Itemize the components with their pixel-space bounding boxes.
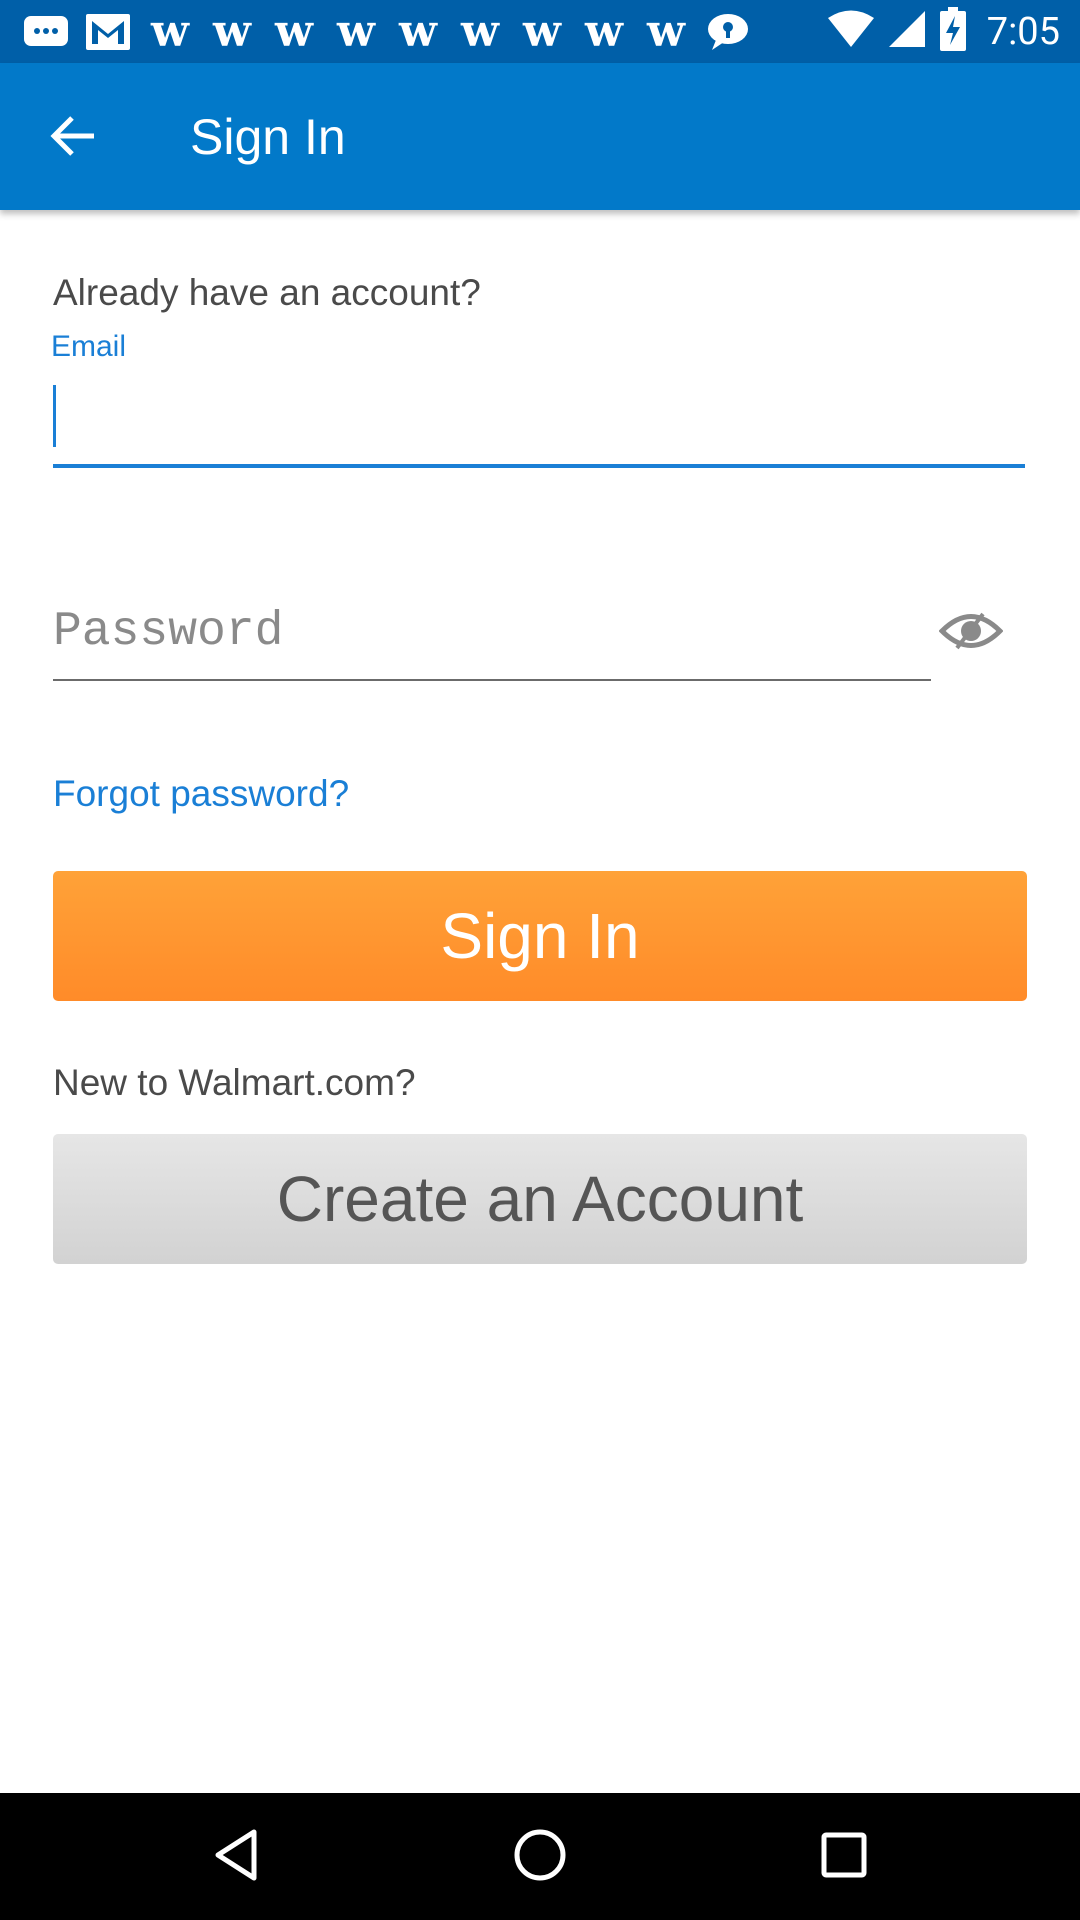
nav-back-button[interactable]: [200, 1821, 272, 1893]
chat-bubble-icon: [22, 8, 70, 56]
forgot-password-link[interactable]: Forgot password?: [53, 773, 349, 815]
create-account-button[interactable]: Create an Account: [53, 1134, 1027, 1264]
home-circle-icon: [513, 1828, 567, 1887]
walmart-w-icon: w: [151, 5, 189, 57]
walmart-w-icon: w: [585, 5, 623, 57]
walmart-w-icon: w: [213, 5, 251, 57]
arrow-back-icon: [50, 114, 98, 163]
text-cursor: [53, 385, 56, 447]
notification-area: w w w w w w w w w: [22, 0, 752, 63]
app-bar: Sign In: [0, 63, 1080, 210]
back-button[interactable]: [36, 100, 112, 176]
cell-signal-icon: [887, 9, 927, 54]
eye-icon: [938, 608, 1004, 659]
status-time: 7:05: [986, 9, 1060, 54]
system-status: 7:05: [827, 0, 1060, 63]
walmart-w-icon: w: [337, 5, 375, 57]
back-triangle-icon: [212, 1828, 260, 1887]
email-field[interactable]: [53, 380, 1025, 468]
show-password-toggle[interactable]: [935, 605, 1007, 661]
nav-recents-button[interactable]: [808, 1821, 880, 1893]
new-to-walmart-text: New to Walmart.com?: [53, 1062, 416, 1103]
nav-home-button[interactable]: [504, 1821, 576, 1893]
walmart-w-icon: w: [461, 5, 499, 57]
battery-charging-icon: [939, 7, 967, 56]
recents-square-icon: [820, 1831, 868, 1884]
sign-in-button[interactable]: Sign In: [53, 871, 1027, 1001]
walmart-w-icon: w: [275, 5, 313, 57]
already-have-account-text: Already have an account?: [53, 272, 481, 313]
status-bar: w w w w w w w w w 7:05: [0, 0, 1080, 63]
wifi-icon: [827, 9, 875, 54]
walmart-w-icon: w: [399, 5, 437, 57]
walmart-w-icon: w: [523, 5, 561, 57]
gmail-icon: [84, 8, 132, 56]
page-title: Sign In: [190, 109, 346, 165]
navigation-bar: [0, 1793, 1080, 1920]
password-field[interactable]: [53, 585, 931, 681]
speech-bubble-icon: [704, 8, 752, 56]
walmart-w-icon: w: [647, 5, 685, 57]
email-label: Email: [51, 330, 127, 363]
